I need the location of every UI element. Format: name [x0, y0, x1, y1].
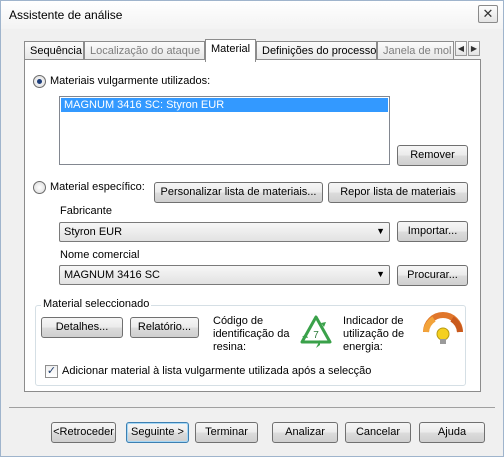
trade-name-value: MAGNUM 3416 SC	[64, 269, 160, 281]
specific-material-radio[interactable]	[33, 181, 46, 194]
customize-materials-button[interactable]: Personalizar lista de materiais...	[154, 182, 323, 203]
next-button[interactable]: Seguinte >	[126, 422, 189, 443]
tab-label: Localização do ataque	[90, 45, 201, 57]
back-button[interactable]: <Retroceder	[51, 422, 116, 443]
details-button[interactable]: Detalhes...	[41, 317, 123, 338]
tab-label: Sequência	[30, 45, 82, 57]
resin-code-number: 7	[313, 330, 319, 341]
common-materials-label: Materiais vulgarmente utilizados:	[50, 75, 211, 87]
tab-label: Janela de mol	[383, 45, 452, 57]
dialog-window: Assistente de análise ✕ Sequência Locali…	[0, 0, 504, 457]
energy-label-line: energia:	[343, 341, 383, 353]
chevron-down-icon: ▼	[376, 269, 385, 279]
add-to-common-checkbox[interactable]: ✓	[45, 365, 58, 378]
tab-janela-moldagem[interactable]: Janela de mol	[377, 41, 454, 60]
help-button[interactable]: Ajuda	[419, 422, 485, 443]
analyze-button[interactable]: Analizar	[272, 422, 338, 443]
common-materials-list[interactable]: MAGNUM 3416 SC: Styron EUR	[59, 96, 390, 165]
resin-code-label-line: Código de	[213, 315, 264, 327]
arrow-left-icon: ◀	[457, 44, 465, 53]
tab-sequencia[interactable]: Sequência	[24, 41, 84, 60]
tab-definicoes-processo[interactable]: Definições do processo	[256, 41, 377, 60]
tab-label: Definições do processo	[262, 45, 377, 57]
tab-scroll-right-button[interactable]: ▶	[468, 41, 480, 56]
list-item[interactable]: MAGNUM 3416 SC: Styron EUR	[61, 98, 388, 112]
manufacturer-label: Fabricante	[60, 205, 112, 217]
footer-divider	[9, 407, 495, 408]
close-icon: ✕	[482, 6, 494, 21]
energy-indicator-label: Indicador de utilização de energia:	[343, 315, 404, 354]
resin-code-label-line: identificação da	[213, 328, 290, 340]
resin-code-label-line: resina:	[213, 341, 247, 353]
cancel-button[interactable]: Cancelar	[345, 422, 411, 443]
title-bar: Assistente de análise ✕	[1, 1, 503, 29]
finish-button[interactable]: Terminar	[195, 422, 258, 443]
manufacturer-select[interactable]: Styron EUR ▼	[59, 222, 390, 242]
tab-scroll-left-button[interactable]: ◀	[455, 41, 467, 56]
tab-material[interactable]: Material	[205, 39, 256, 62]
search-button[interactable]: Procurar...	[397, 265, 468, 286]
energy-label-line: utilização de	[343, 328, 405, 340]
resin-code-label: Código de identificação da resina:	[213, 315, 289, 354]
energy-label-line: Indicador de	[343, 315, 404, 327]
trade-name-label: Nome comercial	[60, 249, 140, 261]
arrow-right-icon: ▶	[470, 44, 478, 53]
chevron-down-icon: ▼	[376, 226, 385, 236]
common-materials-radio[interactable]	[33, 75, 46, 88]
reset-materials-button[interactable]: Repor lista de materiais	[328, 182, 468, 203]
window-title: Assistente de análise	[9, 8, 123, 22]
manufacturer-value: Styron EUR	[64, 226, 123, 238]
add-to-common-label: Adicionar material à lista vulgarmente u…	[62, 365, 372, 377]
tab-label: Material	[211, 43, 251, 55]
remove-button[interactable]: Remover	[397, 145, 468, 166]
tab-localizacao-ataque[interactable]: Localização do ataque	[84, 41, 205, 60]
import-button[interactable]: Importar...	[397, 221, 468, 242]
trade-name-select[interactable]: MAGNUM 3416 SC ▼	[59, 265, 390, 285]
close-button[interactable]: ✕	[478, 5, 498, 23]
report-button[interactable]: Relatório...	[130, 317, 199, 338]
energy-gauge-icon	[422, 312, 464, 348]
specific-material-label: Material específico:	[50, 181, 145, 193]
recycle-icon: 7	[296, 312, 336, 352]
selected-material-title: Material seleccionado	[41, 298, 152, 310]
